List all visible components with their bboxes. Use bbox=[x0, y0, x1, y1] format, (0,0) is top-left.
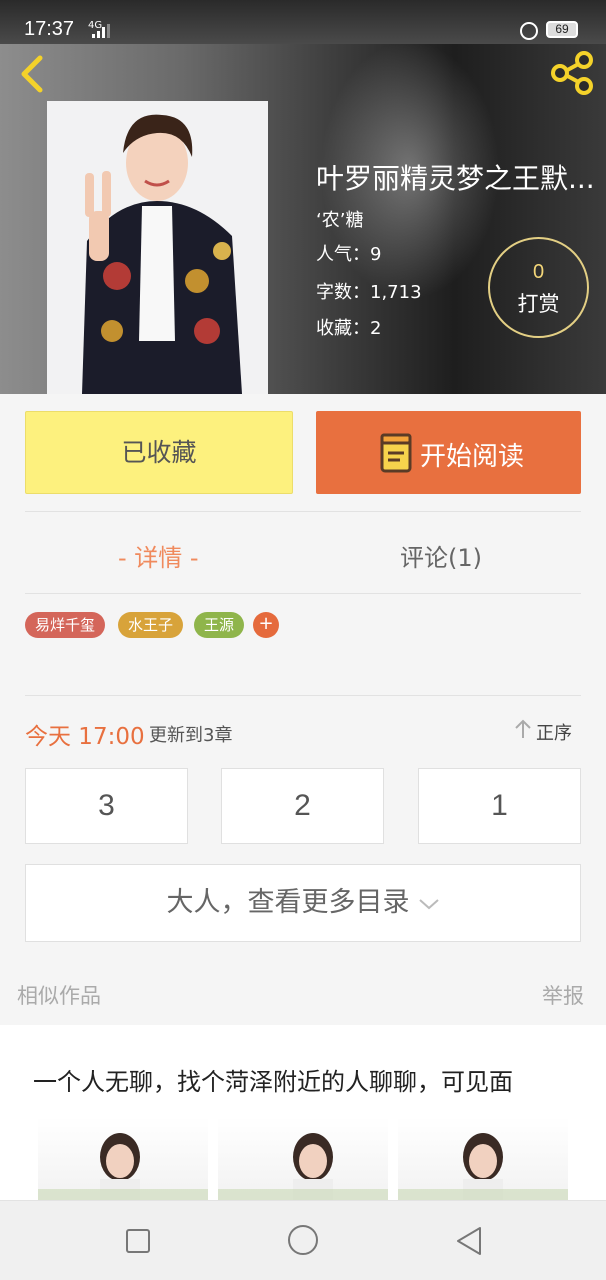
chapter-item[interactable]: 2 bbox=[221, 768, 384, 844]
update-time: 今天 17:00 bbox=[25, 724, 145, 750]
tag-chip[interactable]: 易烊千玺 bbox=[25, 612, 106, 638]
start-reading-button[interactable]: 开始阅读 bbox=[316, 411, 581, 494]
back-icon[interactable] bbox=[12, 52, 52, 96]
more-contents-button[interactable]: 大人，查看更多目录 bbox=[25, 864, 581, 942]
recent-apps-icon[interactable] bbox=[126, 1229, 150, 1253]
share-icon[interactable] bbox=[548, 50, 598, 96]
tab-detail[interactable]: - 详情 - bbox=[118, 538, 199, 573]
sort-order-button[interactable]: 正序 bbox=[514, 719, 572, 745]
book-author[interactable]: ‘农’糖 bbox=[316, 206, 363, 232]
tip-label: 打赏 bbox=[517, 292, 560, 316]
chevron-down-icon bbox=[418, 898, 439, 909]
rotation-lock-icon bbox=[520, 22, 538, 40]
stat-label: 字数： bbox=[316, 282, 370, 303]
ad-card[interactable]: 一个人无聊，找个菏泽附近的人聊聊，可见面 bbox=[0, 1025, 606, 1200]
stat-value: 2 bbox=[370, 318, 382, 339]
ad-title: 一个人无聊，找个菏泽附近的人聊聊，可见面 bbox=[33, 1068, 513, 1096]
stat-value: 9 bbox=[370, 244, 382, 265]
divider bbox=[25, 695, 581, 696]
update-text: 更新到3章 bbox=[149, 725, 233, 746]
chapter-item[interactable]: 3 bbox=[25, 768, 188, 844]
favorites-stat: 收藏：2 bbox=[316, 314, 381, 340]
status-bar: 17:37 4G 69 bbox=[0, 0, 606, 44]
battery-icon: 69 bbox=[546, 21, 578, 38]
status-time: 17:37 bbox=[24, 18, 75, 40]
signal-icon bbox=[92, 24, 110, 38]
start-reading-label: 开始阅读 bbox=[420, 442, 525, 472]
chapter-item[interactable]: 1 bbox=[418, 768, 581, 844]
book-icon bbox=[380, 433, 412, 473]
arrow-up-icon bbox=[515, 719, 531, 738]
sort-label: 正序 bbox=[536, 723, 572, 744]
report-link[interactable]: 举报 bbox=[542, 980, 584, 1010]
add-tag-button[interactable]: + bbox=[253, 612, 279, 638]
tag-chip[interactable]: 王源 bbox=[194, 612, 245, 638]
ad-photo bbox=[398, 1117, 568, 1200]
word-count-stat: 字数：1,713 bbox=[316, 278, 422, 304]
popularity-stat: 人气：9 bbox=[316, 240, 381, 266]
ad-photo bbox=[218, 1117, 388, 1200]
divider bbox=[25, 593, 581, 594]
stat-label: 人气： bbox=[316, 244, 370, 265]
book-title: 叶罗丽精灵梦之王默... bbox=[316, 162, 595, 195]
system-nav-bar bbox=[0, 1200, 606, 1280]
more-contents-label: 大人，查看更多目录 bbox=[166, 887, 410, 918]
home-icon[interactable] bbox=[288, 1225, 318, 1255]
tip-count: 0 bbox=[532, 261, 545, 283]
stat-value: 1,713 bbox=[370, 282, 422, 303]
stat-label: 收藏： bbox=[316, 318, 370, 339]
similar-works-title: 相似作品 bbox=[17, 984, 101, 1008]
tab-comments[interactable]: 评论(1) bbox=[400, 538, 482, 573]
favorite-button[interactable]: 已收藏 bbox=[25, 411, 293, 494]
cover-illustration bbox=[47, 101, 268, 394]
divider bbox=[25, 511, 581, 512]
nav-back-icon[interactable] bbox=[455, 1225, 483, 1257]
book-cover[interactable] bbox=[47, 101, 268, 394]
tip-button[interactable]: 0 打赏 bbox=[488, 237, 589, 338]
ad-photo bbox=[38, 1117, 208, 1200]
tag-chip[interactable]: 水王子 bbox=[118, 612, 184, 638]
